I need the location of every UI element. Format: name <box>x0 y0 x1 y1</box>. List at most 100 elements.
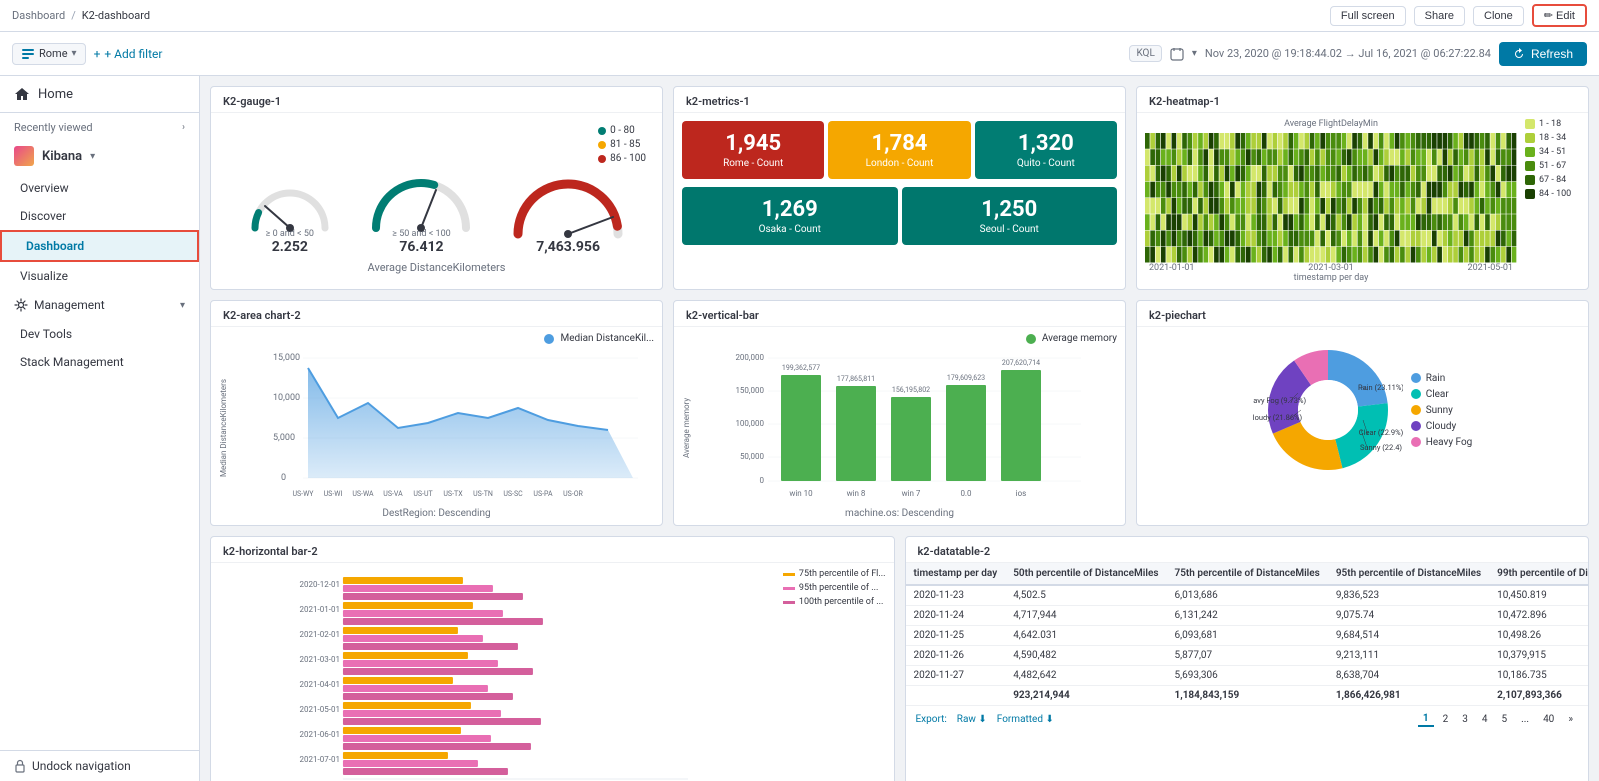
svg-text:2020-12-01: 2020-12-01 <box>300 580 340 589</box>
search-right: KQL ▾ Nov 23, 2020 @ 19:18:44.02 → Jul 1… <box>1129 42 1587 66</box>
page-3[interactable]: 3 <box>1457 713 1473 726</box>
svg-text:US-WY: US-WY <box>292 490 314 498</box>
heatmap-range-1: 1 - 18 <box>1539 119 1561 129</box>
sidebar-item-overview[interactable]: Overview <box>0 174 199 202</box>
svg-text:177,865,811: 177,865,811 <box>837 375 875 383</box>
svg-text:0: 0 <box>281 473 286 483</box>
sidebar-item-devtools[interactable]: Dev Tools <box>0 320 199 348</box>
recently-viewed-label: Recently viewed <box>14 121 93 134</box>
areachart-ylabel: Median DistanceKilometers <box>219 348 228 508</box>
page-2[interactable]: 2 <box>1438 713 1454 726</box>
col-header-99th[interactable]: 99th percentile of DistanceMiles <box>1489 563 1588 585</box>
gauge1-value-1: 2.252 <box>245 239 335 255</box>
cell-95-4: 9,213,111 <box>1328 646 1489 666</box>
refresh-label: Refresh <box>1531 47 1573 61</box>
sidebar-item-stack[interactable]: Stack Management <box>0 348 199 376</box>
sidebar-item-discover[interactable]: Discover <box>0 202 199 230</box>
edit-button[interactable]: ✏ Edit <box>1532 4 1587 27</box>
svg-text:US-PA: US-PA <box>533 490 553 498</box>
gauge1-svg-3 <box>508 169 628 239</box>
page-4[interactable]: 4 <box>1477 713 1493 726</box>
cell-75-5: 5,693,306 <box>1167 666 1328 686</box>
gauge-legend-item-2: 81 - 85 <box>598 139 646 150</box>
sidebar-item-dashboard[interactable]: Dashboard <box>0 230 199 262</box>
cell-date-1: 2020-11-23 <box>906 585 1006 606</box>
chevron-down[interactable]: ▾ <box>1192 48 1197 59</box>
cell-50-1: 4,502.5 <box>1005 585 1166 606</box>
page-5[interactable]: 5 <box>1497 713 1513 726</box>
export-formatted[interactable]: Formatted ⬇ <box>997 714 1054 725</box>
time-range-display[interactable]: Nov 23, 2020 @ 19:18:44.02 → Jul 16, 202… <box>1205 47 1491 60</box>
vbar-ylabel: Average memory <box>682 348 691 508</box>
legend-dot-yellow <box>598 141 606 149</box>
export-raw[interactable]: Raw ⬇ <box>957 714 987 725</box>
kibana-chevron[interactable]: ▾ <box>90 151 95 162</box>
metrics1-grid2: 1,269 Osaka - Count 1,250 Seoul - Count <box>674 187 1125 253</box>
sidebar-home[interactable]: Home <box>0 76 199 113</box>
svg-text:ios: ios <box>1016 489 1027 498</box>
page-40[interactable]: 40 <box>1538 713 1559 726</box>
col-header-95th[interactable]: 95th percentile of DistanceMiles <box>1328 563 1489 585</box>
heatmap1-subtitle: Average FlightDelayMin <box>1145 119 1517 129</box>
col-header-50th[interactable]: 50th percentile of DistanceMiles <box>1005 563 1166 585</box>
legend-dot-red <box>598 155 606 163</box>
svg-text:US-UT: US-UT <box>413 490 433 498</box>
col-header-date[interactable]: timestamp per day <box>906 563 1006 585</box>
svg-text:US-TN: US-TN <box>473 490 493 498</box>
metric-seoul-label: Seoul - Count <box>910 224 1110 235</box>
refresh-icon <box>1513 48 1525 60</box>
heatmap-range-2: 18 - 34 <box>1539 133 1566 143</box>
hbar2-chart: 2020-12-01 2021-01-01 2021-02-01 2021-03… <box>219 569 777 781</box>
page-next[interactable]: » <box>1563 713 1578 726</box>
hbar2-title: k2-horizontal bar-2 <box>211 537 894 563</box>
svg-text:100,000: 100,000 <box>735 419 764 428</box>
fullscreen-button[interactable]: Full screen <box>1330 6 1406 26</box>
calendar-icon[interactable] <box>1170 47 1184 61</box>
vbar-title: k2-vertical-bar <box>674 301 1125 327</box>
svg-text:2021-01-01: 2021-01-01 <box>300 605 340 614</box>
search-bar: Rome ▾ + + Add filter KQL ▾ Nov 23, 2020… <box>0 32 1599 76</box>
cell-50-3: 4,642.031 <box>1005 626 1166 646</box>
index-selector[interactable]: Rome ▾ <box>12 43 86 65</box>
svg-text:US-TX: US-TX <box>443 490 463 498</box>
col-header-75th[interactable]: 75th percentile of DistanceMiles <box>1167 563 1328 585</box>
sidebar-item-visualize[interactable]: Visualize <box>0 262 199 290</box>
gear-icon <box>14 298 28 312</box>
top-bar: Dashboard / K2-dashboard Full screen Sha… <box>0 0 1599 32</box>
piechart-legend: Rain Clear Sunny Cloudy Heavy Fog <box>1411 373 1473 448</box>
pie-dot-cloudy <box>1411 421 1421 431</box>
gauge-legend-item-1: 0 - 80 <box>598 125 646 136</box>
add-filter[interactable]: + + Add filter <box>94 47 163 61</box>
breadcrumb-dashboard[interactable]: Dashboard <box>12 9 65 22</box>
breadcrumb-sep: / <box>71 9 76 22</box>
heatmap-legend-6: 84 - 100 <box>1525 189 1580 199</box>
share-button[interactable]: Share <box>1414 6 1465 26</box>
management-section[interactable]: Management ▾ <box>0 290 199 320</box>
cell-50-2: 4,717,944 <box>1005 606 1166 626</box>
metric-seoul: 1,250 Seoul - Count <box>902 187 1118 245</box>
table-row: 2020-11-25 4,642.031 6,093,681 9,684,514… <box>906 626 1589 646</box>
undock-navigation[interactable]: Undock navigation <box>0 750 199 781</box>
kql-badge[interactable]: KQL <box>1129 45 1161 62</box>
vbar-body: Average memory Average memory 200,000 15… <box>674 327 1125 525</box>
heatmap-dot-6 <box>1525 189 1535 199</box>
data-table: timestamp per day 50th percentile of Dis… <box>906 563 1589 706</box>
svg-text:US-WI: US-WI <box>324 490 343 498</box>
hbar2-legend: 75th percentile of Fl... 95th percentile… <box>783 569 886 781</box>
refresh-button[interactable]: Refresh <box>1499 42 1587 66</box>
content-area: K2-gauge-1 0 - 80 81 - 85 <box>200 76 1599 781</box>
export-section: Export: Raw ⬇ Formatted ⬇ <box>916 714 1054 725</box>
cell-99-2: 10,472.896 <box>1489 606 1588 626</box>
areachart-legend-dot <box>544 334 554 344</box>
cell-95-5: 8,638,704 <box>1328 666 1489 686</box>
datatable-panel: k2-datatable-2 timestamp per day 50th pe… <box>905 536 1590 781</box>
svg-text:win 10: win 10 <box>789 489 813 498</box>
gauge1-item-1: ≥ 0 and < 50 2.252 <box>245 178 335 255</box>
clone-button[interactable]: Clone <box>1473 6 1524 26</box>
metrics1-title: k2-metrics-1 <box>674 87 1125 113</box>
metric-osaka: 1,269 Osaka - Count <box>682 187 898 245</box>
page-1[interactable]: 1 <box>1418 712 1434 727</box>
piechart-svg: Heavy Fog (9.73%) Cloudy (21.86%) Rain (… <box>1253 335 1403 485</box>
svg-text:Clear (22.9%): Clear (22.9%) <box>1358 428 1402 437</box>
recently-viewed-section[interactable]: Recently viewed › <box>0 113 199 138</box>
